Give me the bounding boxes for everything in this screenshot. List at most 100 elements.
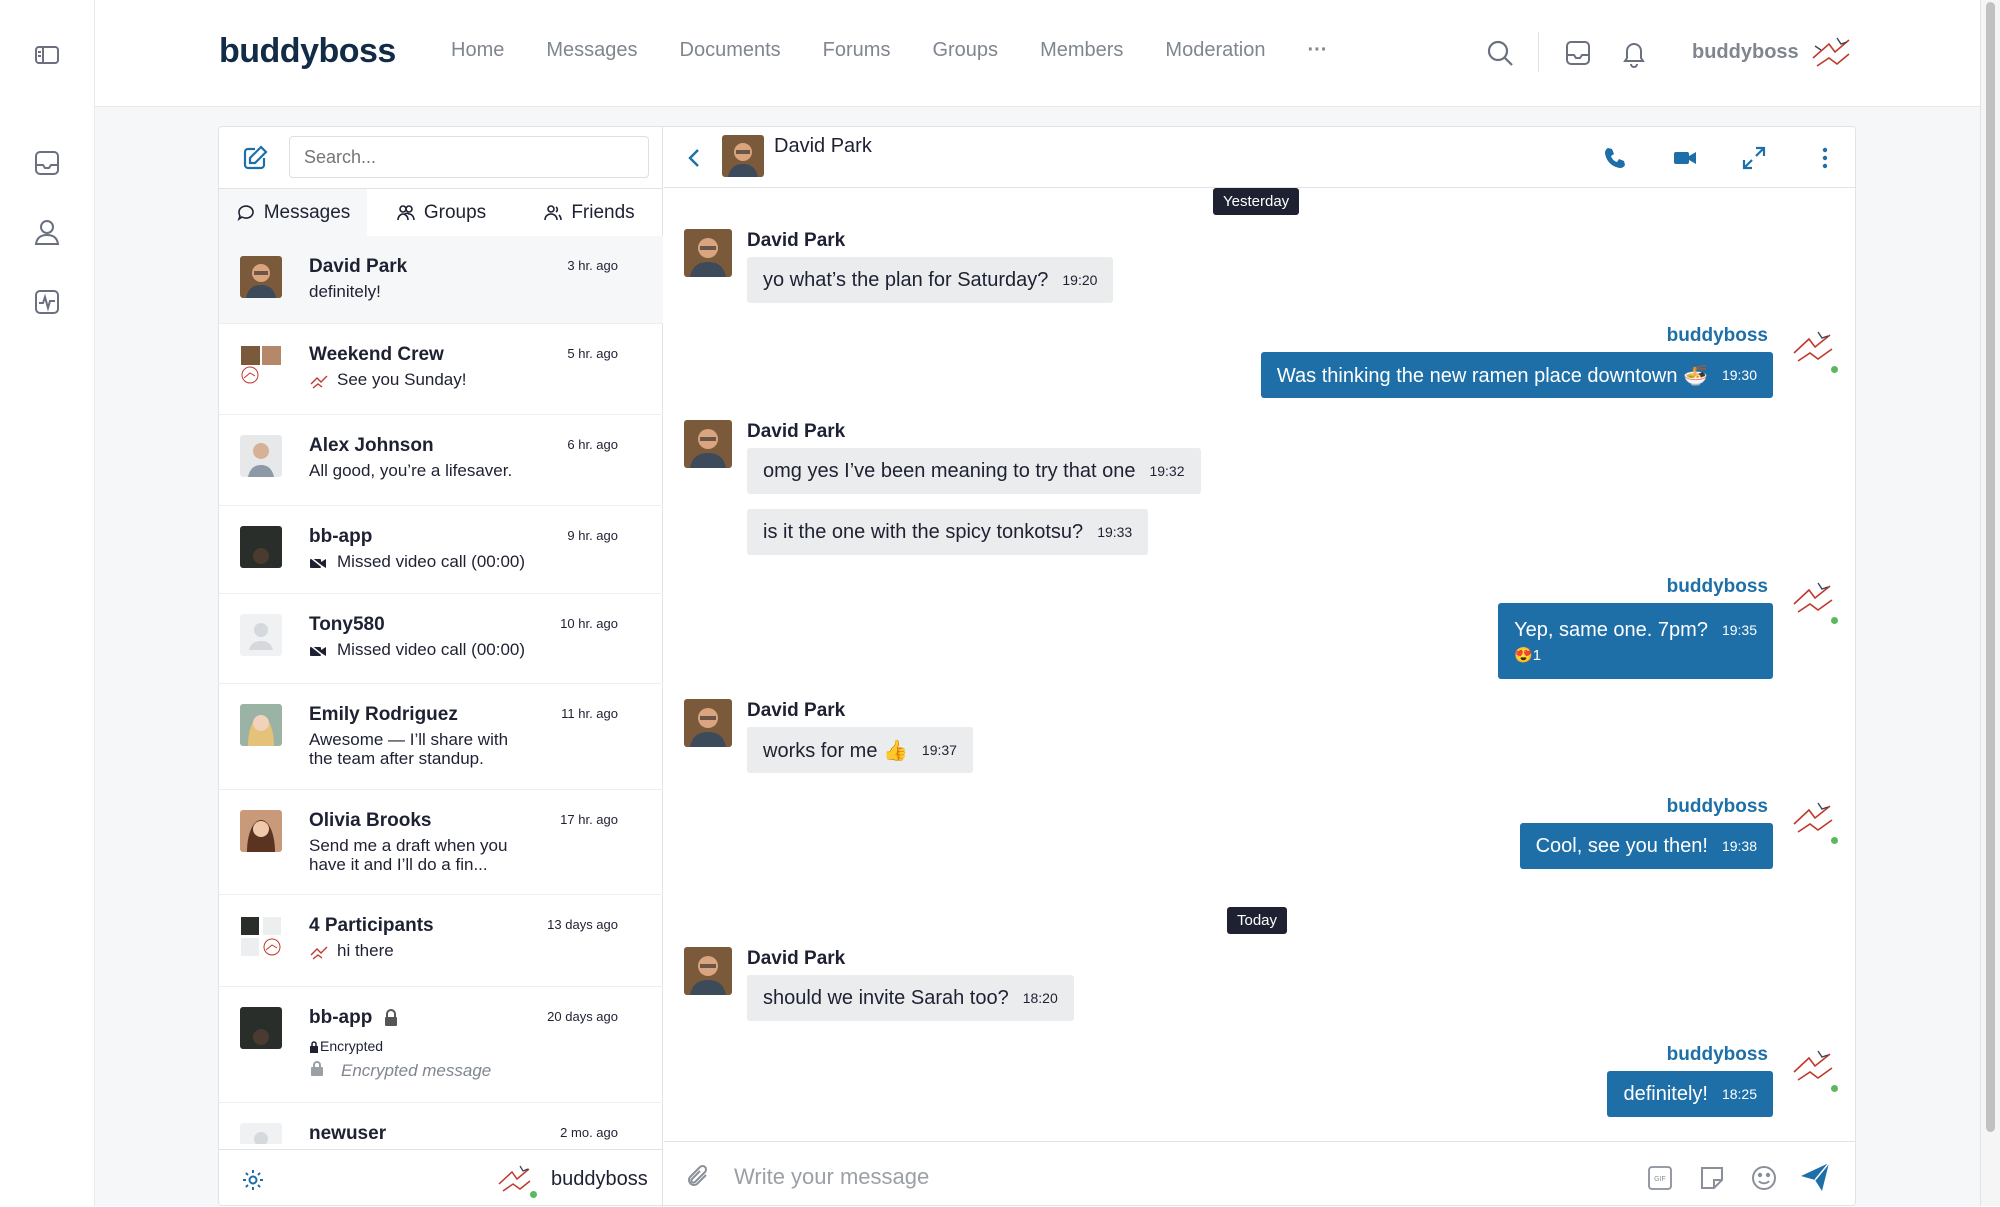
message-sender: buddyboss: [1666, 325, 1768, 346]
bell-icon[interactable]: [1619, 38, 1649, 68]
tab-friends[interactable]: Friends: [515, 189, 663, 236]
page-scrollbar[interactable]: [1980, 0, 2000, 1206]
avatar[interactable]: [684, 699, 732, 747]
message-text: works for me 👍: [763, 739, 908, 762]
paperclip-icon[interactable]: [684, 1162, 712, 1190]
thread-time: 10 hr. ago: [560, 616, 618, 631]
nav-forums[interactable]: Forums: [823, 39, 891, 62]
message-text: yo what’s the plan for Saturday?: [763, 268, 1049, 291]
thread-item[interactable]: bb-app 9 hr. ago Missed video call (00:0…: [219, 506, 663, 594]
nav-documents[interactable]: Documents: [680, 39, 781, 62]
thread-preview: Awesome — I’ll share with the team after…: [309, 730, 509, 768]
phone-icon[interactable]: [1602, 145, 1628, 171]
profile-icon[interactable]: [32, 217, 62, 247]
day-separator: Today: [1227, 907, 1288, 934]
message-text: Cool, see you then!: [1535, 834, 1708, 857]
reaction-badge[interactable]: 😍1: [1514, 646, 1541, 664]
sidebar-toggle-icon[interactable]: [32, 40, 62, 70]
thread-item[interactable]: bb-app 20 days ago Encrypted Encrypted m…: [219, 987, 663, 1103]
thread-item[interactable]: David Park 3 hr. ago definitely!: [219, 236, 663, 324]
avatar[interactable]: [1790, 574, 1838, 622]
search-icon[interactable]: [1485, 38, 1515, 68]
message-input[interactable]: Write your message: [734, 1164, 929, 1190]
thread-time: 13 days ago: [547, 917, 618, 932]
thread-name: bb-app: [309, 1007, 373, 1028]
message-sender: David Park: [747, 230, 846, 251]
thread-preview: All good, you’re a lifesaver.: [309, 461, 513, 480]
thread-item[interactable]: Alex Johnson 6 hr. ago All good, you’re …: [219, 415, 663, 506]
avatar[interactable]: [1790, 794, 1838, 842]
thread-name: Olivia Brooks: [309, 810, 432, 831]
groups-icon: [397, 204, 415, 220]
inbox-icon[interactable]: [1563, 38, 1593, 68]
avatar[interactable]: [722, 135, 764, 177]
message-bubble: is it the one with the spicy tonkotsu? 19…: [747, 509, 1149, 555]
message-text: is it the one with the spicy tonkotsu?: [763, 520, 1084, 543]
avatar[interactable]: [1790, 323, 1838, 371]
online-status-dot: [529, 1190, 538, 1199]
gear-icon[interactable]: [241, 1168, 265, 1192]
avatar[interactable]: [1790, 1042, 1838, 1090]
thread-preview: definitely!: [309, 282, 381, 301]
current-user-name: buddyboss: [551, 1168, 648, 1190]
chat-bubble-icon: [237, 204, 254, 221]
avatar: [240, 435, 282, 477]
thread-item[interactable]: Emily Rodriguez 11 hr. ago Awesome — I’l…: [219, 684, 663, 790]
nav-messages[interactable]: Messages: [546, 39, 637, 62]
thread-item[interactable]: newuser 2 mo. ago: [219, 1103, 663, 1144]
nav-home[interactable]: Home: [451, 39, 504, 62]
avatar: [240, 526, 282, 568]
more-options-icon[interactable]: [1812, 145, 1838, 171]
message-text: Was thinking the new ramen place downtow…: [1276, 364, 1708, 387]
activity-icon[interactable]: [32, 287, 62, 317]
thread-preview: hi there: [337, 941, 394, 960]
message-text: omg yes I’ve been meaning to try that on…: [763, 459, 1136, 482]
nav-groups[interactable]: Groups: [932, 39, 998, 62]
scrollbar-thumb[interactable]: [1986, 2, 1995, 1132]
avatar[interactable]: [684, 947, 732, 995]
thread-name: Tony580: [309, 614, 385, 635]
inbox-icon[interactable]: [32, 148, 62, 178]
header-username[interactable]: buddyboss: [1692, 41, 1799, 64]
nav-moderation[interactable]: Moderation: [1165, 39, 1265, 62]
thread-item[interactable]: Tony580 10 hr. ago Missed video call (00…: [219, 594, 663, 684]
message-time: 18:20: [1022, 990, 1058, 1006]
message-row: Yep, same one. 7pm? 19:35: [1514, 619, 1757, 642]
thread-name: Emily Rodriguez: [309, 704, 458, 725]
back-chevron-icon[interactable]: [684, 146, 704, 170]
nav-more[interactable]: ···: [1307, 39, 1327, 62]
message-time: 19:32: [1149, 463, 1185, 479]
thread-list-footer: buddyboss: [219, 1149, 663, 1207]
site-logo[interactable]: buddyboss: [219, 32, 396, 71]
video-camera-icon[interactable]: [1672, 145, 1698, 171]
tab-friends-label: Friends: [571, 201, 635, 223]
thread-item[interactable]: Weekend Crew 5 hr. ago See you Sunday!: [219, 324, 663, 415]
user-avatar[interactable]: [1807, 28, 1857, 78]
gif-icon[interactable]: GIF: [1646, 1164, 1674, 1192]
thread-list: David Park 3 hr. ago definitely! Weekend…: [219, 236, 663, 1144]
search-input[interactable]: [289, 136, 649, 178]
tab-groups[interactable]: Groups: [367, 189, 515, 236]
conversation-title[interactable]: David Park: [774, 135, 872, 158]
thread-item[interactable]: Olivia Brooks 17 hr. ago Send me a draft…: [219, 790, 663, 895]
nav-members[interactable]: Members: [1040, 39, 1123, 62]
avatar[interactable]: [684, 420, 732, 468]
message-sender: David Park: [747, 421, 846, 442]
tab-messages[interactable]: Messages: [219, 189, 367, 236]
message-time: 19:35: [1721, 622, 1757, 638]
message-sender: buddyboss: [1666, 576, 1768, 597]
encrypted-label: Encrypted: [320, 1038, 384, 1054]
emoji-icon[interactable]: [1750, 1164, 1778, 1192]
sticker-icon[interactable]: [1698, 1164, 1726, 1192]
send-icon[interactable]: [1798, 1160, 1832, 1194]
compose-icon[interactable]: [241, 144, 269, 172]
thread-time: 6 hr. ago: [567, 437, 618, 452]
header-divider: [1538, 32, 1539, 72]
avatar[interactable]: [684, 229, 732, 277]
expand-icon[interactable]: [1741, 145, 1767, 171]
thread-preview: Send me a draft when you have it and I’l…: [309, 836, 508, 874]
message-sender: buddyboss: [1666, 1044, 1768, 1065]
lock-icon: [309, 1040, 319, 1053]
thread-item[interactable]: 4 Participants 13 days ago hi there: [219, 895, 663, 987]
lock-icon: [310, 1060, 324, 1077]
